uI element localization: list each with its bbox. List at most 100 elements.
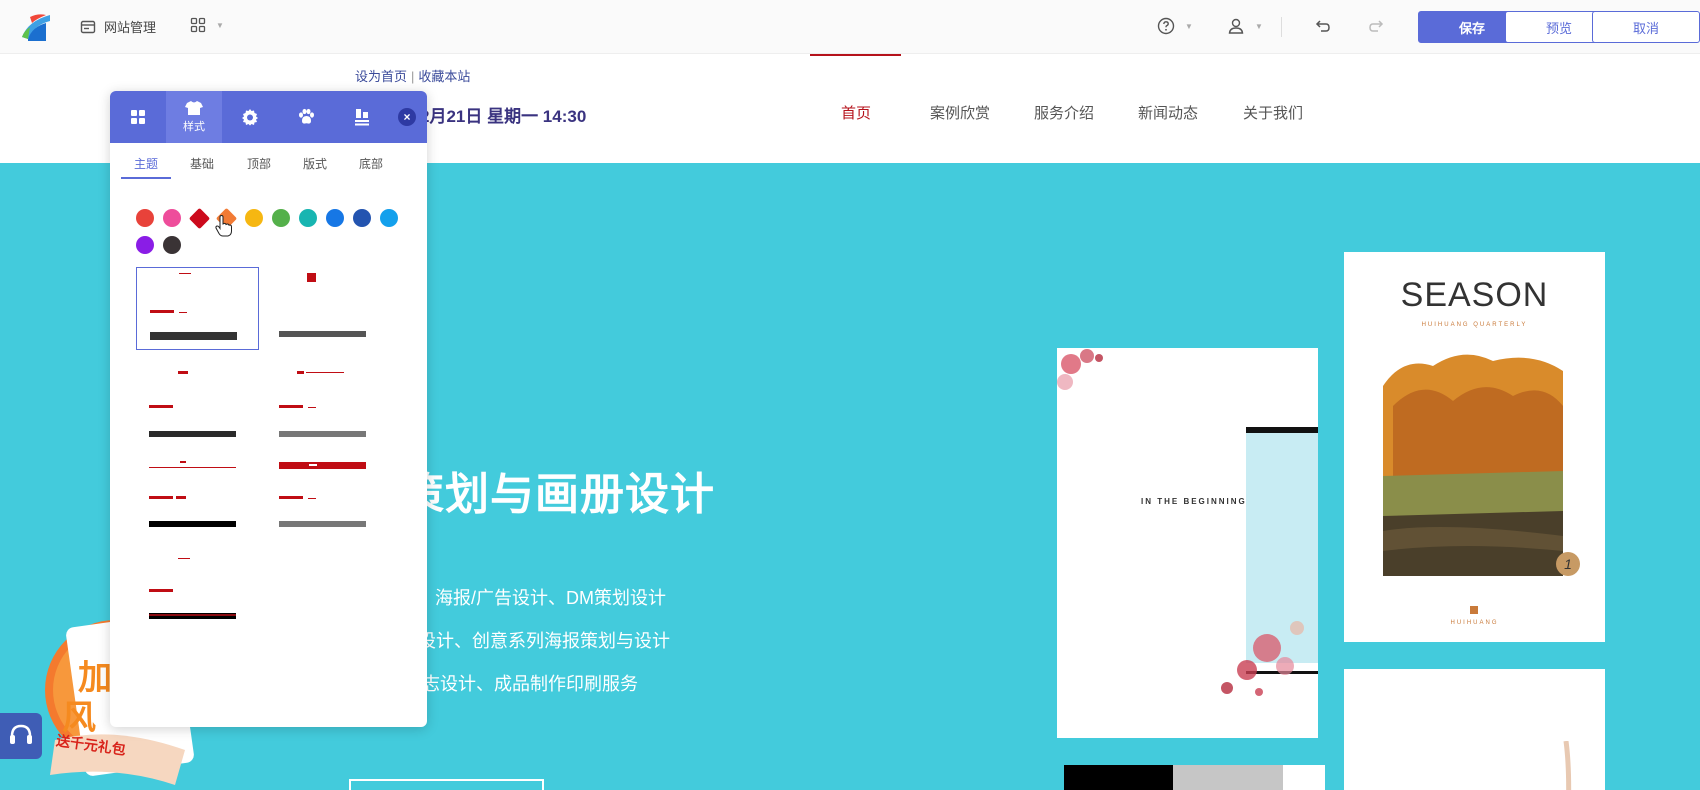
layout-option-4[interactable] (266, 369, 389, 452)
site-date: 2月21日 星期一 14:30 (420, 107, 587, 126)
color-swatch-yellow[interactable] (245, 209, 263, 227)
set-home-link[interactable]: 设为首页 (355, 69, 407, 84)
layout-preview-mark (149, 589, 173, 592)
help-menu[interactable]: ▼ (1157, 17, 1193, 35)
subtab-top[interactable]: 顶部 (247, 155, 271, 172)
layout-preview-mark (279, 331, 366, 337)
toolbar-divider (1281, 17, 1282, 37)
color-swatch-blue[interactable] (326, 209, 344, 227)
color-swatch-green[interactable] (272, 209, 290, 227)
portfolio-card[interactable] (1064, 765, 1325, 790)
portfolio-card[interactable] (1344, 669, 1605, 790)
tab-style-label: 样式 (183, 121, 205, 133)
hero-service-line: 杂志设计、成品制作印刷服务 (404, 674, 638, 694)
portfolio-card-beginning[interactable]: IN THE BEGINNING (1057, 348, 1318, 738)
autumn-landscape-image (1383, 346, 1563, 576)
tab-components[interactable] (334, 91, 390, 143)
subtab-active-indicator (121, 177, 171, 179)
watercolor-splash-image (1221, 621, 1304, 696)
layout-preview-mark (149, 431, 236, 437)
nav-item-cases[interactable]: 案例欣赏 (930, 102, 990, 123)
shirt-icon (185, 101, 203, 115)
style-settings-panel: 样式 × 主题 基础 顶部 版式 底部 (110, 91, 427, 727)
site-manage-menu[interactable]: 网站管理 (80, 17, 156, 36)
layout-option-3[interactable] (136, 369, 259, 452)
color-swatch-teal[interactable] (299, 209, 317, 227)
color-swatch-dark[interactable] (163, 236, 181, 254)
layout-preview-mark (149, 496, 173, 499)
color-swatch-purple[interactable] (136, 236, 154, 254)
layout-preview-mark (308, 498, 316, 499)
close-panel-button[interactable]: × (398, 108, 416, 126)
card-subtitle: HUIHUANG QUARTERLY (1421, 322, 1528, 328)
site-manage-label: 网站管理 (104, 20, 157, 35)
help-icon (1157, 17, 1175, 35)
subtab-theme[interactable]: 主题 (134, 155, 158, 172)
card-caption: IN THE BEGINNING (1141, 497, 1247, 506)
hero-service-line: 海报/广告设计、DM策划设计 (435, 588, 666, 608)
subtab-basic[interactable]: 基础 (190, 155, 214, 172)
tab-settings[interactable] (222, 91, 278, 143)
hand-cursor-icon (215, 215, 232, 237)
portfolio-card-season[interactable]: SEASON HUIHUANG QUARTERLY 1 HUIHUANG (1344, 252, 1605, 642)
site-quick-links: 设为首页 | 收藏本站 (355, 66, 470, 85)
nav-item-about[interactable]: 关于我们 (1243, 102, 1303, 123)
tab-modules[interactable] (110, 91, 166, 143)
apps-menu[interactable]: ▼ (190, 17, 224, 33)
tab-style[interactable]: 样式 (166, 91, 222, 143)
components-icon (355, 109, 369, 126)
favorite-link[interactable]: 收藏本站 (418, 69, 470, 84)
nav-item-home[interactable]: 首页 (841, 102, 871, 123)
color-swatch-red[interactable] (136, 209, 154, 227)
user-menu[interactable]: ▼ (1227, 17, 1263, 35)
panel-subtabs: 主题 基础 顶部 版式 底部 (110, 143, 427, 179)
layout-option-2[interactable] (266, 267, 389, 350)
design-block (1283, 765, 1325, 790)
paw-icon (299, 108, 314, 124)
close-icon: × (403, 110, 411, 124)
link-separator: | (411, 69, 415, 84)
redo-icon (1369, 20, 1384, 32)
app-logo-icon[interactable] (20, 11, 52, 43)
layout-option-6[interactable] (266, 459, 389, 542)
hero-service-line: 设计、创意系列海报策划与设计 (418, 631, 670, 651)
issue-number-badge: 1 (1556, 552, 1580, 576)
layout-preview-mark (279, 462, 366, 469)
undo-button[interactable] (1313, 17, 1331, 35)
nav-item-services[interactable]: 服务介绍 (1034, 102, 1094, 123)
layout-option-5[interactable] (136, 459, 259, 542)
layout-preview-mark (149, 467, 236, 468)
chat-service-icon (10, 724, 32, 744)
subtab-footer[interactable]: 底部 (359, 155, 383, 172)
color-swatch-pink[interactable] (163, 209, 181, 227)
color-swatch-sky[interactable] (380, 209, 398, 227)
tab-paw[interactable] (278, 91, 334, 143)
hero-cta-button[interactable] (349, 779, 544, 790)
layout-option-7[interactable] (136, 558, 259, 641)
editor-toolbar: 网站管理 ▼ ▼ ▼ 保存 预览 取消 (0, 0, 1700, 54)
cancel-button[interactable]: 取消 (1592, 11, 1700, 43)
card-title: SEASON (1400, 276, 1549, 314)
layout-preview-mark (150, 332, 237, 340)
user-icon (1228, 18, 1244, 34)
chevron-down-icon: ▼ (1185, 21, 1193, 31)
color-swatch-crimson[interactable] (188, 207, 211, 230)
customer-service-tab[interactable] (0, 713, 42, 759)
undo-icon (1315, 20, 1330, 32)
design-block (1173, 765, 1283, 790)
apps-grid-icon (190, 17, 206, 33)
layout-preview-mark (179, 273, 191, 274)
redo-button[interactable] (1368, 17, 1386, 35)
layout-preview-mark (307, 273, 316, 282)
subtab-layout[interactable]: 版式 (303, 155, 327, 172)
layout-option-1[interactable] (136, 267, 259, 350)
layout-preview-mark (179, 312, 187, 313)
color-swatch-navy[interactable] (353, 209, 371, 227)
brand-mark-icon (1470, 606, 1478, 614)
window-icon (80, 20, 96, 33)
gear-icon (242, 109, 258, 126)
nav-item-news[interactable]: 新闻动态 (1138, 102, 1198, 123)
brush-stroke-image (1563, 741, 1572, 790)
layout-preview-mark (279, 496, 303, 499)
layout-preview-mark (178, 558, 190, 559)
